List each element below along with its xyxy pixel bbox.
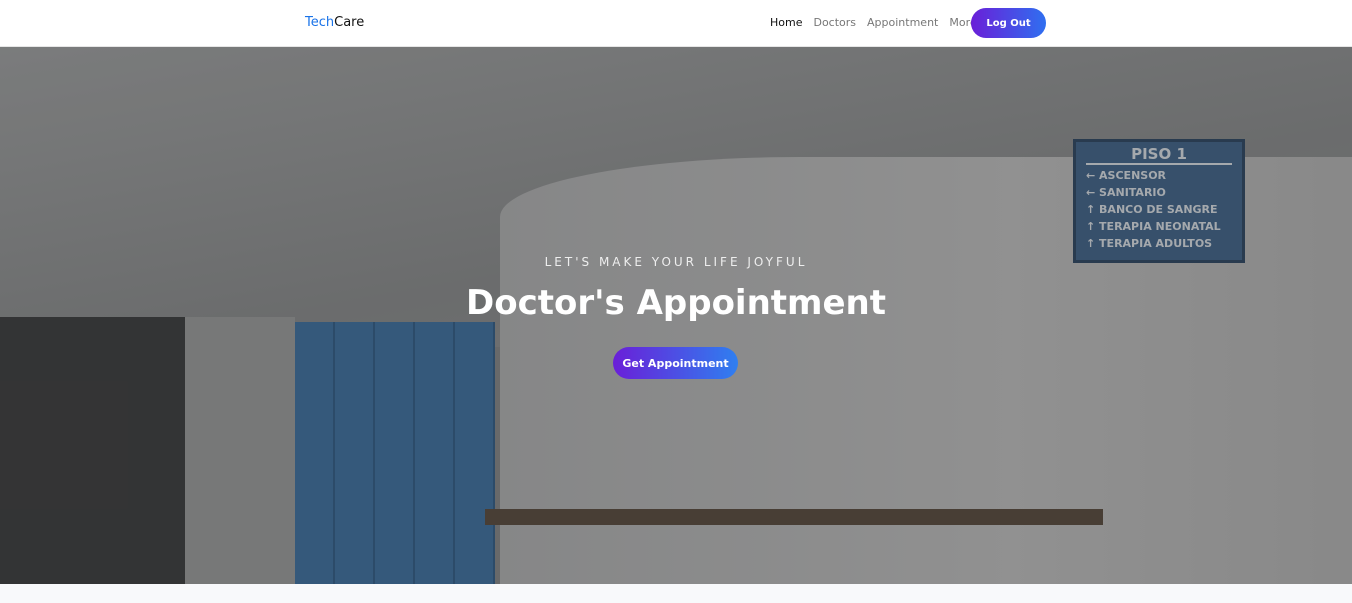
nav-doctors[interactable]: Doctors <box>813 16 856 29</box>
hero-subtitle: LET'S MAKE YOUR LIFE JOYFUL <box>544 255 808 269</box>
navbar: TechCare Home Doctors Appointment More L… <box>0 0 1352 47</box>
brand-logo[interactable]: TechCare <box>305 15 364 30</box>
hero-section: PISO 1 ← ASCENSOR ← SANITARIO ↑ BANCO DE… <box>0 47 1352 584</box>
nav-appointment[interactable]: Appointment <box>867 16 938 29</box>
nav-links: Home Doctors Appointment More <box>770 16 977 29</box>
hero-title: Doctor's Appointment <box>465 283 886 323</box>
nav-home[interactable]: Home <box>770 16 802 29</box>
logout-button[interactable]: Log Out <box>971 8 1046 38</box>
get-appointment-button[interactable]: Get Appointment <box>613 347 738 379</box>
